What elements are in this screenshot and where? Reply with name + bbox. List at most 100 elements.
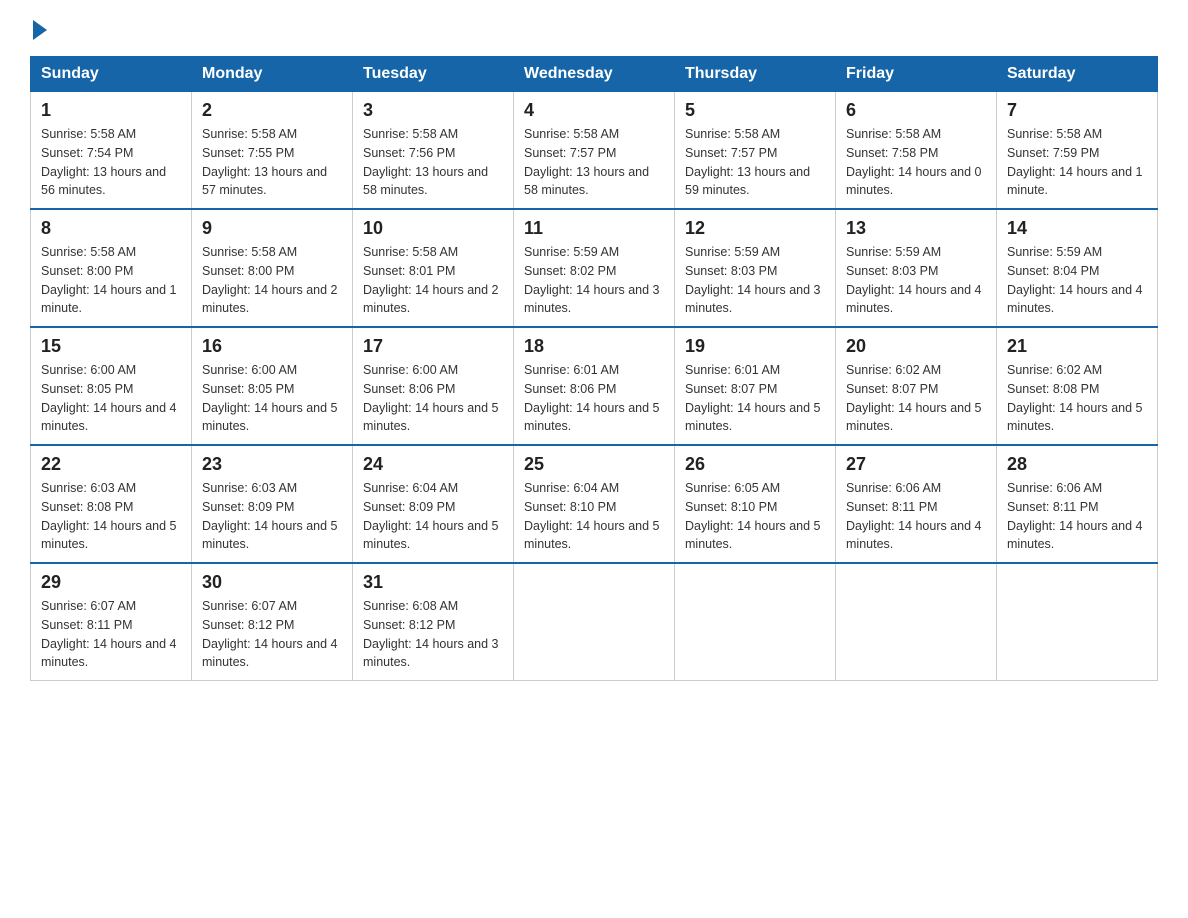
weekday-header-wednesday: Wednesday	[514, 57, 675, 92]
day-number: 16	[202, 336, 342, 357]
weekday-header-tuesday: Tuesday	[353, 57, 514, 92]
day-info: Sunrise: 5:59 AMSunset: 8:04 PMDaylight:…	[1007, 243, 1147, 318]
calendar-cell: 3Sunrise: 5:58 AMSunset: 7:56 PMDaylight…	[353, 92, 514, 210]
day-number: 8	[41, 218, 181, 239]
calendar-cell: 15 Sunrise: 6:00 AMSunset: 8:05 PMDayligh…	[31, 327, 192, 445]
day-info: Sunrise: 6:06 AMSunset: 8:11 PMDaylight:…	[846, 479, 986, 554]
calendar-cell	[675, 563, 836, 681]
day-info: Sunrise: 6:08 AMSunset: 8:12 PMDaylight:…	[363, 597, 503, 672]
day-info: Sunrise: 5:58 AMSunset: 7:58 PMDaylight:…	[846, 125, 986, 200]
calendar-cell: 1 Sunrise: 5:58 AMSunset: 7:54 PMDaylight…	[31, 92, 192, 210]
weekday-header-sunday: Sunday	[31, 57, 192, 92]
calendar-cell	[997, 563, 1158, 681]
calendar-cell: 26 Sunrise: 6:05 AMSunset: 8:10 PMDayligh…	[675, 445, 836, 563]
day-number: 9	[202, 218, 342, 239]
calendar-header-row: SundayMondayTuesdayWednesdayThursdayFrid…	[31, 57, 1158, 92]
day-info: Sunrise: 5:58 AMSunset: 7:54 PMDaylight:…	[41, 125, 181, 200]
day-info: Sunrise: 5:58 AMSunset: 7:59 PMDaylight:…	[1007, 125, 1147, 200]
day-number: 7	[1007, 100, 1147, 121]
day-number: 28	[1007, 454, 1147, 475]
day-info: Sunrise: 5:58 AMSunset: 7:57 PMDaylight:…	[685, 125, 825, 200]
day-info: Sunrise: 6:06 AMSunset: 8:11 PMDaylight:…	[1007, 479, 1147, 554]
calendar-cell: 12 Sunrise: 5:59 AMSunset: 8:03 PMDayligh…	[675, 209, 836, 327]
calendar-week-row: 22 Sunrise: 6:03 AMSunset: 8:08 PMDayligh…	[31, 445, 1158, 563]
day-number: 20	[846, 336, 986, 357]
calendar-cell: 14 Sunrise: 5:59 AMSunset: 8:04 PMDayligh…	[997, 209, 1158, 327]
day-info: Sunrise: 5:59 AMSunset: 8:02 PMDaylight:…	[524, 243, 664, 318]
calendar-cell: 4 Sunrise: 5:58 AMSunset: 7:57 PMDaylight…	[514, 92, 675, 210]
day-info: Sunrise: 6:01 AMSunset: 8:06 PMDaylight:…	[524, 361, 664, 436]
day-info: Sunrise: 5:58 AMSunset: 8:01 PMDaylight:…	[363, 243, 503, 318]
calendar-cell: 10 Sunrise: 5:58 AMSunset: 8:01 PMDayligh…	[353, 209, 514, 327]
day-info: Sunrise: 5:58 AMSunset: 7:56 PMDaylight:…	[363, 125, 503, 200]
day-number: 4	[524, 100, 664, 121]
day-info: Sunrise: 5:59 AMSunset: 8:03 PMDaylight:…	[685, 243, 825, 318]
day-number: 25	[524, 454, 664, 475]
calendar-cell: 8 Sunrise: 5:58 AMSunset: 8:00 PMDaylight…	[31, 209, 192, 327]
calendar-cell: 25 Sunrise: 6:04 AMSunset: 8:10 PMDayligh…	[514, 445, 675, 563]
day-info: Sunrise: 6:04 AMSunset: 8:09 PMDaylight:…	[363, 479, 503, 554]
day-info: Sunrise: 5:58 AMSunset: 8:00 PMDaylight:…	[41, 243, 181, 318]
calendar-cell: 21 Sunrise: 6:02 AMSunset: 8:08 PMDayligh…	[997, 327, 1158, 445]
calendar-cell: 18 Sunrise: 6:01 AMSunset: 8:06 PMDayligh…	[514, 327, 675, 445]
day-number: 11	[524, 218, 664, 239]
calendar-cell: 16 Sunrise: 6:00 AMSunset: 8:05 PMDayligh…	[192, 327, 353, 445]
day-info: Sunrise: 6:05 AMSunset: 8:10 PMDaylight:…	[685, 479, 825, 554]
day-number: 5	[685, 100, 825, 121]
day-number: 17	[363, 336, 503, 357]
day-info: Sunrise: 6:02 AMSunset: 8:07 PMDaylight:…	[846, 361, 986, 436]
day-number: 13	[846, 218, 986, 239]
calendar-cell: 22 Sunrise: 6:03 AMSunset: 8:08 PMDayligh…	[31, 445, 192, 563]
day-number: 6	[846, 100, 986, 121]
day-info: Sunrise: 6:07 AMSunset: 8:12 PMDaylight:…	[202, 597, 342, 672]
day-number: 30	[202, 572, 342, 593]
calendar-week-row: 15 Sunrise: 6:00 AMSunset: 8:05 PMDayligh…	[31, 327, 1158, 445]
calendar-cell: 2Sunrise: 5:58 AMSunset: 7:55 PMDaylight…	[192, 92, 353, 210]
day-info: Sunrise: 6:01 AMSunset: 8:07 PMDaylight:…	[685, 361, 825, 436]
calendar-cell: 23 Sunrise: 6:03 AMSunset: 8:09 PMDayligh…	[192, 445, 353, 563]
weekday-header-monday: Monday	[192, 57, 353, 92]
day-info: Sunrise: 5:59 AMSunset: 8:03 PMDaylight:…	[846, 243, 986, 318]
day-number: 18	[524, 336, 664, 357]
day-number: 12	[685, 218, 825, 239]
day-info: Sunrise: 6:03 AMSunset: 8:09 PMDaylight:…	[202, 479, 342, 554]
calendar-cell: 28 Sunrise: 6:06 AMSunset: 8:11 PMDayligh…	[997, 445, 1158, 563]
calendar-cell: 30 Sunrise: 6:07 AMSunset: 8:12 PMDayligh…	[192, 563, 353, 681]
day-info: Sunrise: 5:58 AMSunset: 8:00 PMDaylight:…	[202, 243, 342, 318]
calendar-cell: 27 Sunrise: 6:06 AMSunset: 8:11 PMDayligh…	[836, 445, 997, 563]
day-number: 31	[363, 572, 503, 593]
day-info: Sunrise: 6:04 AMSunset: 8:10 PMDaylight:…	[524, 479, 664, 554]
day-info: Sunrise: 6:02 AMSunset: 8:08 PMDaylight:…	[1007, 361, 1147, 436]
calendar-week-row: 8 Sunrise: 5:58 AMSunset: 8:00 PMDaylight…	[31, 209, 1158, 327]
day-number: 27	[846, 454, 986, 475]
calendar-cell: 24Sunrise: 6:04 AMSunset: 8:09 PMDayligh…	[353, 445, 514, 563]
calendar-cell: 29 Sunrise: 6:07 AMSunset: 8:11 PMDayligh…	[31, 563, 192, 681]
day-number: 2	[202, 100, 342, 121]
day-number: 1	[41, 100, 181, 121]
day-number: 22	[41, 454, 181, 475]
day-info: Sunrise: 6:00 AMSunset: 8:05 PMDaylight:…	[41, 361, 181, 436]
day-number: 23	[202, 454, 342, 475]
weekday-header-saturday: Saturday	[997, 57, 1158, 92]
day-number: 15	[41, 336, 181, 357]
day-number: 21	[1007, 336, 1147, 357]
calendar-cell: 7 Sunrise: 5:58 AMSunset: 7:59 PMDaylight…	[997, 92, 1158, 210]
day-info: Sunrise: 6:07 AMSunset: 8:11 PMDaylight:…	[41, 597, 181, 672]
day-number: 14	[1007, 218, 1147, 239]
day-info: Sunrise: 5:58 AMSunset: 7:57 PMDaylight:…	[524, 125, 664, 200]
day-number: 29	[41, 572, 181, 593]
calendar-cell: 19 Sunrise: 6:01 AMSunset: 8:07 PMDayligh…	[675, 327, 836, 445]
calendar-cell: 5 Sunrise: 5:58 AMSunset: 7:57 PMDaylight…	[675, 92, 836, 210]
day-number: 10	[363, 218, 503, 239]
day-info: Sunrise: 6:00 AMSunset: 8:05 PMDaylight:…	[202, 361, 342, 436]
calendar-cell	[514, 563, 675, 681]
page-header	[30, 20, 1158, 40]
calendar-cell: 17Sunrise: 6:00 AMSunset: 8:06 PMDayligh…	[353, 327, 514, 445]
calendar-cell: 11 Sunrise: 5:59 AMSunset: 8:02 PMDayligh…	[514, 209, 675, 327]
calendar-cell	[836, 563, 997, 681]
logo	[30, 20, 47, 40]
day-number: 26	[685, 454, 825, 475]
day-number: 19	[685, 336, 825, 357]
calendar-table: SundayMondayTuesdayWednesdayThursdayFrid…	[30, 56, 1158, 681]
day-info: Sunrise: 6:03 AMSunset: 8:08 PMDaylight:…	[41, 479, 181, 554]
